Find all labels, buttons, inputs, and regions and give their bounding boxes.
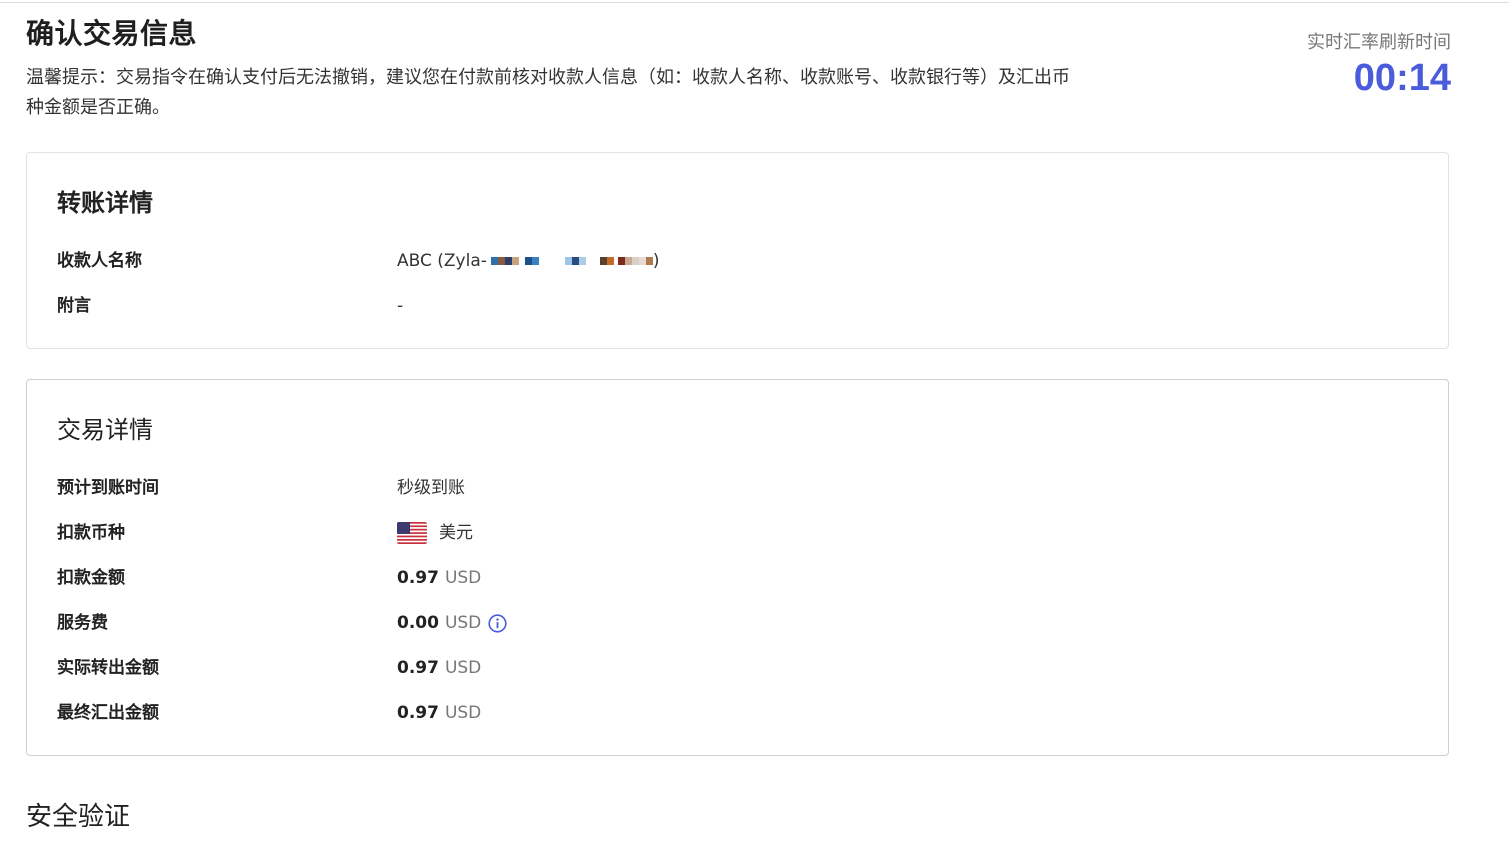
us-flag-icon bbox=[397, 522, 427, 544]
top-divider bbox=[0, 2, 1509, 3]
remark-label: 附言 bbox=[57, 296, 91, 316]
service-fee-amount: 0.00 bbox=[397, 613, 439, 633]
debit-currency-value: 美元 bbox=[397, 521, 473, 545]
arrival-time-value: 秒级到账 bbox=[397, 478, 465, 498]
trade-details-card: 交易详情 预计到账时间 秒级到账 扣款币种 美元 扣款金额 0.97 USD 服… bbox=[26, 379, 1449, 756]
final-remit-row: 最终汇出金额 0.97 USD bbox=[57, 701, 1417, 725]
remark-row: 附言 - bbox=[57, 294, 1417, 318]
debit-currency-text: 美元 bbox=[439, 523, 473, 543]
transfer-details-card: 转账详情 收款人名称 ABC (Zyla- ) 附言 - bbox=[26, 152, 1449, 349]
trade-details-title: 交易详情 bbox=[57, 416, 153, 444]
payee-name-value: ABC (Zyla- ) bbox=[397, 249, 660, 273]
info-icon[interactable] bbox=[488, 613, 507, 633]
security-verification-title: 安全验证 bbox=[26, 802, 131, 832]
payee-name-label: 收款人名称 bbox=[57, 251, 142, 271]
rate-refresh-timer: 实时汇率刷新时间 00:14 bbox=[1307, 30, 1451, 100]
final-remit-unit: USD bbox=[444, 703, 482, 723]
payee-name-row: 收款人名称 ABC (Zyla- ) bbox=[57, 249, 1417, 273]
timer-label: 实时汇率刷新时间 bbox=[1307, 32, 1451, 53]
arrival-time-label: 预计到账时间 bbox=[57, 478, 159, 498]
payee-name-suffix: ) bbox=[652, 251, 660, 271]
timer-countdown: 00:14 bbox=[1353, 57, 1451, 99]
final-remit-label: 最终汇出金额 bbox=[57, 703, 159, 723]
arrival-time-row: 预计到账时间 秒级到账 bbox=[57, 476, 1417, 500]
service-fee-unit: USD bbox=[444, 613, 482, 633]
page-title: 确认交易信息 bbox=[26, 17, 198, 50]
final-remit-value: 0.97 USD bbox=[397, 701, 481, 725]
debit-currency-row: 扣款币种 美元 bbox=[57, 521, 1417, 545]
transfer-details-title: 转账详情 bbox=[57, 189, 153, 217]
debit-amount-value: 0.97 USD bbox=[397, 566, 481, 590]
debit-amount-label: 扣款金额 bbox=[57, 568, 125, 588]
warning-notice: 温馨提示：交易指令在确认支付后无法撤销，建议您在付款前核对收款人信息（如：收款人… bbox=[26, 67, 1070, 118]
actual-transfer-row: 实际转出金额 0.97 USD bbox=[57, 656, 1417, 680]
final-remit-amount: 0.97 bbox=[397, 703, 439, 723]
service-fee-label: 服务费 bbox=[57, 613, 108, 633]
payee-name-prefix: ABC (Zyla- bbox=[397, 251, 487, 271]
debit-currency-label: 扣款币种 bbox=[57, 523, 125, 543]
remark-value: - bbox=[397, 296, 404, 316]
debit-amount-row: 扣款金额 0.97 USD bbox=[57, 566, 1417, 590]
actual-transfer-value: 0.97 USD bbox=[397, 656, 481, 680]
actual-transfer-amount: 0.97 bbox=[397, 658, 439, 678]
service-fee-value: 0.00 USD bbox=[397, 611, 507, 635]
actual-transfer-unit: USD bbox=[444, 658, 482, 678]
debit-amount-unit: USD bbox=[444, 568, 482, 588]
service-fee-row: 服务费 0.00 USD bbox=[57, 611, 1417, 635]
actual-transfer-label: 实际转出金额 bbox=[57, 658, 159, 678]
redacted-mosaic bbox=[490, 257, 653, 265]
debit-amount: 0.97 bbox=[397, 568, 439, 588]
